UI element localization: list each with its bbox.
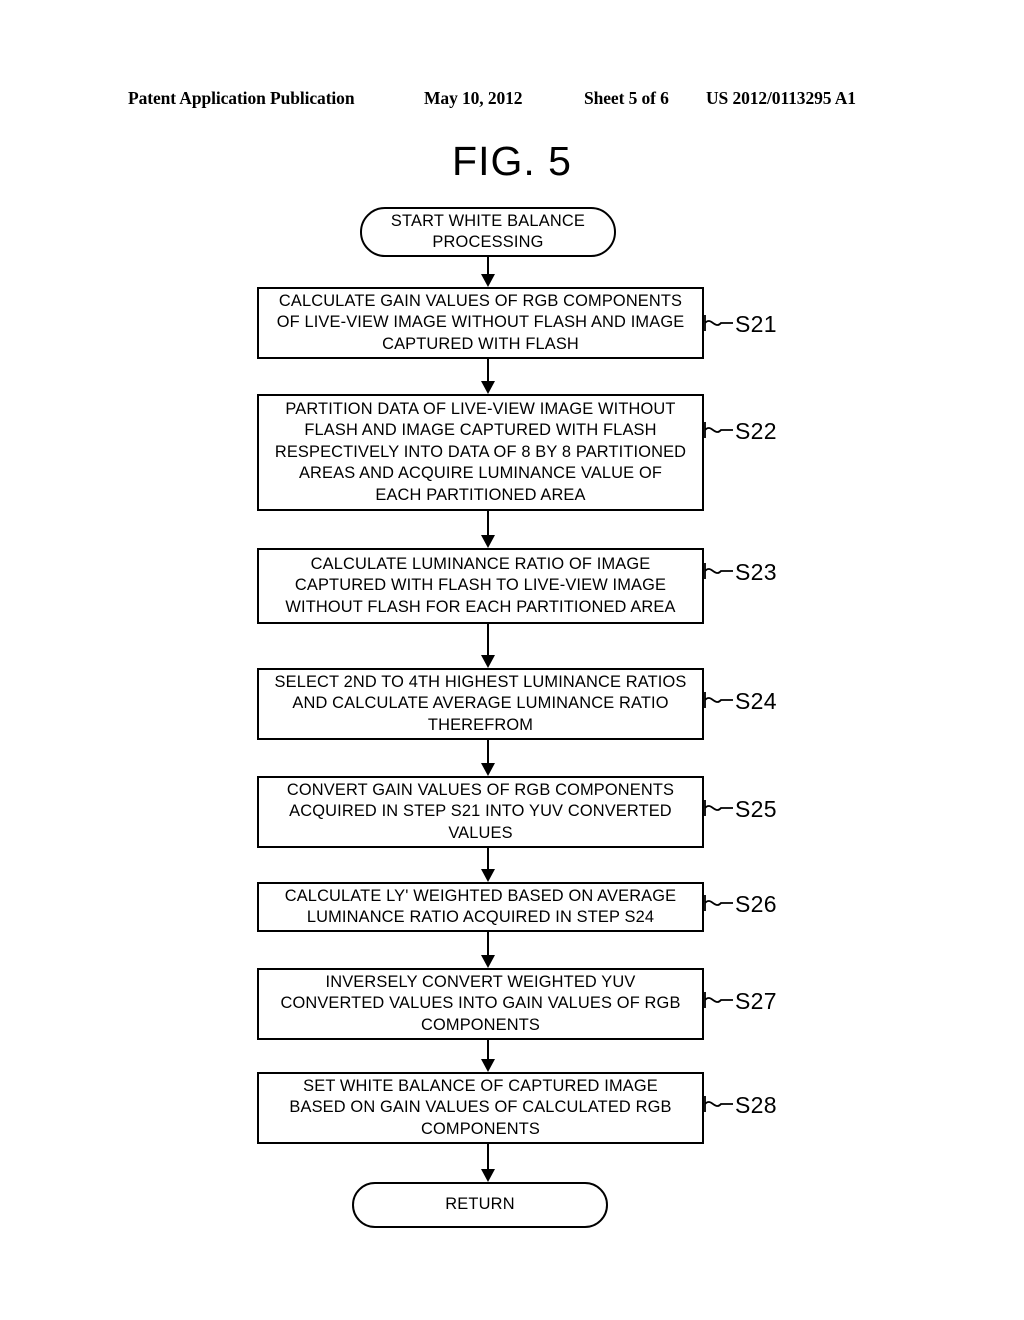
flow-arrow-s26-to-s27 [481,932,495,968]
step-label-s21: S21 [735,311,777,337]
flow-arrow-s23-to-s24 [481,624,495,668]
flow-arrow-s27-to-s28 [481,1040,495,1072]
step-connector-s21 [704,315,733,331]
step-connector-s24 [704,692,733,708]
step-connector-s28 [704,1096,733,1112]
step-connector-s27 [704,992,733,1008]
flowchart-diagram: START WHITE BALANCE PROCESSING CALCULATE… [0,0,1024,1320]
flow-node-s24: SELECT 2ND TO 4TH HIGHEST LUMINANCE RATI… [257,668,704,740]
flow-node-s21: CALCULATE GAIN VALUES OF RGB COMPONENTS … [257,287,704,359]
step-connector-s22 [704,422,733,438]
step-connector-s23 [704,563,733,579]
step-label-s25: S25 [735,796,777,822]
flow-node-s27: INVERSELY CONVERT WEIGHTED YUV CONVERTED… [257,968,704,1040]
flow-arrow-s22-to-s23 [481,511,495,548]
step-label-s23: S23 [735,559,777,585]
flow-arrow-s21-to-s22 [481,359,495,394]
step-label-s26: S26 [735,891,777,917]
flow-node-s26: CALCULATE LY' WEIGHTED BASED ON AVERAGE … [257,882,704,932]
step-label-s24: S24 [735,688,777,714]
flow-node-start: START WHITE BALANCE PROCESSING [360,207,616,257]
flow-node-s22: PARTITION DATA OF LIVE-VIEW IMAGE WITHOU… [257,394,704,511]
flow-node-s28: SET WHITE BALANCE OF CAPTURED IMAGE BASE… [257,1072,704,1144]
step-connector-s25 [704,800,733,816]
step-label-s22: S22 [735,418,777,444]
step-connector-s26 [704,895,733,911]
flow-node-s25: CONVERT GAIN VALUES OF RGB COMPONENTS AC… [257,776,704,848]
flow-arrow-s28-to-return [481,1144,495,1182]
flow-arrow-s25-to-s26 [481,848,495,882]
step-label-s27: S27 [735,988,777,1014]
flow-node-s23: CALCULATE LUMINANCE RATIO OF IMAGE CAPTU… [257,548,704,624]
flow-arrow-s24-to-s25 [481,740,495,776]
flow-arrow-start-to-s21 [481,257,495,287]
flow-node-return: RETURN [352,1182,608,1228]
step-label-s28: S28 [735,1092,777,1118]
